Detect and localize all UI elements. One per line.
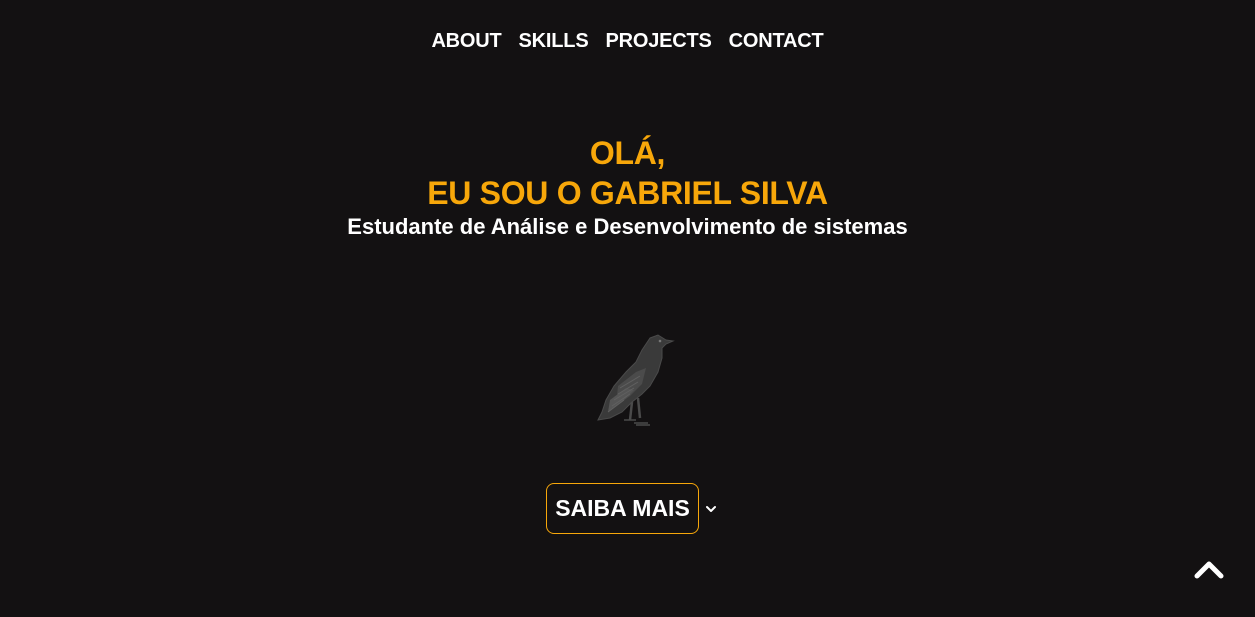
nav-item-contact[interactable]: CONTACT <box>729 29 824 53</box>
saiba-mais-button[interactable]: SAIBA MAIS <box>546 483 699 534</box>
cta-group: SAIBA MAIS <box>546 483 718 534</box>
nav-item-about[interactable]: ABOUT <box>431 29 501 53</box>
chevron-down-icon[interactable] <box>704 502 718 516</box>
hero-greeting: OLÁ, <box>589 135 666 171</box>
hero-name: EU SOU O GABRIEL SILVA <box>427 175 828 211</box>
hero-section: OLÁ, EU SOU O GABRIEL SILVA Estudante de… <box>0 133 1255 241</box>
crow-icon <box>592 328 676 428</box>
scroll-to-top-button[interactable] <box>1193 559 1225 581</box>
nav-item-skills[interactable]: SKILLS <box>519 29 589 53</box>
page: ABOUT SKILLS PROJECTS CONTACT OLÁ, EU SO… <box>0 0 1255 617</box>
chevron-up-icon <box>1193 561 1225 585</box>
top-navigation: ABOUT SKILLS PROJECTS CONTACT <box>0 29 1255 53</box>
hero-subtitle: Estudante de Análise e Desenvolvimento d… <box>347 214 908 239</box>
nav-item-projects[interactable]: PROJECTS <box>605 29 711 53</box>
